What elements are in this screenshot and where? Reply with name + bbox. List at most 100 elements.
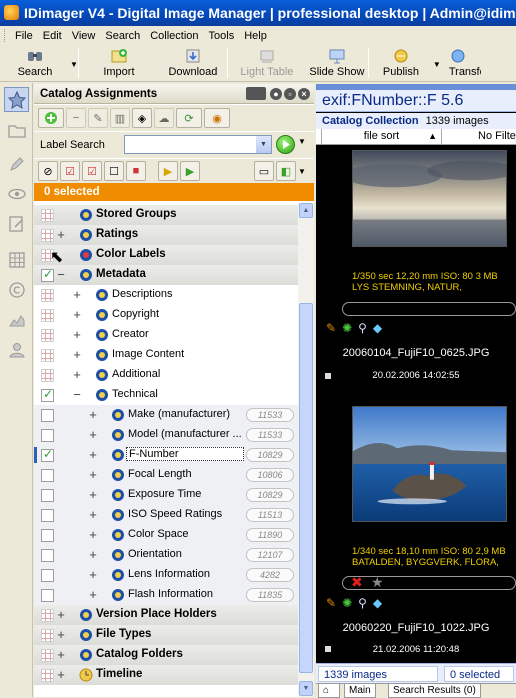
find-label-button[interactable]: ◈ [132,108,152,128]
tree-checkbox[interactable] [41,329,54,342]
expand-plus-icon[interactable]: + [56,627,66,642]
tree-group-ratings[interactable]: + Ratings [34,225,298,245]
expand-plus-icon[interactable]: + [88,507,98,522]
filter-dropdown[interactable]: No Filter [442,129,516,145]
expand-plus-icon[interactable]: + [72,327,82,342]
tab-home-icon[interactable]: ⌂ [318,684,340,698]
expand-plus-icon[interactable]: + [88,547,98,562]
magnifier-icon[interactable]: ⚲ [358,321,367,335]
magnifier-icon[interactable]: ⚲ [358,596,367,610]
tree-scrollbar[interactable]: ▲ ▼ [298,203,314,697]
expand-plus-icon[interactable]: + [88,527,98,542]
expand-plus-icon[interactable]: + [88,567,98,582]
tree-item-make[interactable]: + Make (manufacturer) 11533 [34,405,298,425]
tree-checkbox[interactable] [41,589,54,602]
tree-checkbox[interactable] [41,529,54,542]
scroll-thumb[interactable] [299,303,313,673]
tree-checkbox[interactable] [41,229,54,242]
tree-checkbox[interactable] [41,387,54,402]
settings-icon[interactable]: ● [270,88,282,100]
tree-checkbox[interactable] [41,429,54,442]
tree-item-technical[interactable]: − Technical [34,385,298,405]
menu-search[interactable]: Search [100,30,145,42]
tree-item-f-number[interactable]: + F-Number 10829 [34,445,298,465]
search-button[interactable]: Search [0,44,70,81]
tree-checkbox[interactable] [41,509,54,522]
menu-file[interactable]: File [10,30,38,42]
pencil-icon[interactable]: ✎ [326,596,336,610]
chart-view-button[interactable] [4,307,29,332]
tree-item-additional[interactable]: + Additional [34,365,298,385]
collapse-minus-icon[interactable]: − [56,267,66,282]
go-dropdown-arrow[interactable]: ▼ [298,137,306,146]
expand-plus-icon[interactable]: + [56,647,66,662]
check-all-button[interactable]: ☑ [82,161,102,181]
go-search-button[interactable] [276,135,295,154]
annotate-view-button[interactable] [4,211,29,236]
expand-plus-icon[interactable]: + [88,427,98,442]
tree-item-image-content[interactable]: + Image Content [34,345,298,365]
gear-icon[interactable]: ✺ [342,321,352,335]
tree-checkbox[interactable] [41,289,54,302]
expand-plus-icon[interactable]: + [72,367,82,382]
tree-checkbox[interactable] [41,447,54,462]
tree-item-creator[interactable]: + Creator [34,325,298,345]
preview-view-button[interactable] [4,181,29,206]
search-dropdown-arrow[interactable]: ▼ [70,60,78,69]
chevron-down-icon[interactable]: ▼ [256,136,271,153]
tree-checkbox[interactable] [41,409,54,422]
tab-search-results[interactable]: Search Results (0) [388,684,481,698]
sort-dropdown[interactable]: file sort ▲ [322,129,442,145]
collapse-minus-icon[interactable]: − [72,387,82,402]
import-button[interactable]: Import [79,44,159,81]
tree-checkbox[interactable] [41,489,54,502]
expand-plus-icon[interactable]: + [88,407,98,422]
tree-group-catalog-folders[interactable]: + Catalog Folders [34,645,298,665]
tree-item-iso-speed[interactable]: + ISO Speed Ratings 11513 [34,505,298,525]
scroll-up-icon[interactable]: ▲ [299,203,313,218]
tree-item-descriptions[interactable]: + Descriptions [34,285,298,305]
tree-item-focal-length[interactable]: + Focal Length 10806 [34,465,298,485]
pin-icon[interactable] [246,87,266,100]
play-filter-button[interactable]: ▶ [158,161,178,181]
expand-plus-icon[interactable]: + [72,287,82,302]
tree-checkbox[interactable] [41,209,54,222]
tree-checkbox[interactable] [41,629,54,642]
pencil-icon[interactable]: ✎ [326,321,336,335]
tree-checkbox[interactable] [41,549,54,562]
tree-item-orientation[interactable]: + Orientation 12107 [34,545,298,565]
tab-main[interactable]: Main [344,684,376,698]
tree-checkbox[interactable] [41,267,54,282]
expand-plus-icon[interactable]: + [88,467,98,482]
options-dropdown-arrow[interactable]: ▼ [298,167,306,176]
grid-view-button[interactable] [4,247,29,272]
expand-plus-icon[interactable]: + [88,487,98,502]
play-green-button[interactable]: ▶ [180,161,200,181]
folder-view-button[interactable] [4,117,29,142]
download-button[interactable]: Download [159,44,227,81]
cloud-button[interactable]: ☁ [154,108,174,128]
rating-bar[interactable] [342,302,516,316]
tree-item-model[interactable]: + Model (manufacturer ... 11533 [34,425,298,445]
copyright-view-button[interactable] [4,277,29,302]
expand-plus-icon[interactable]: + [88,587,98,602]
sort-ascending-icon[interactable]: ▲ [428,129,437,144]
tree-checkbox[interactable] [41,369,54,382]
clear-filter-button[interactable]: ⊘ [38,161,58,181]
menu-help[interactable]: Help [239,30,272,42]
menu-edit[interactable]: Edit [38,30,67,42]
rating-bar[interactable]: ✖ ★ [342,574,516,591]
tree-item-color-space[interactable]: + Color Space 11890 [34,525,298,545]
refresh-button[interactable]: ⟳ [176,108,202,128]
thumbnail-image[interactable] [352,406,507,522]
slide-show-button[interactable]: Slide Show [306,44,368,81]
tree-item-lens-information[interactable]: + Lens Information 4282 [34,565,298,585]
expand-plus-icon[interactable]: + [72,347,82,362]
star-icon[interactable]: ★ [371,574,384,591]
check-none-button[interactable]: ☐ [104,161,124,181]
check-filter-button[interactable]: ☑ [60,161,80,181]
tree-checkbox[interactable] [41,609,54,622]
add-label-button[interactable] [38,108,64,128]
tree-item-flash-information[interactable]: + Flash Information 11835 [34,585,298,605]
expand-plus-icon[interactable]: + [88,447,98,462]
